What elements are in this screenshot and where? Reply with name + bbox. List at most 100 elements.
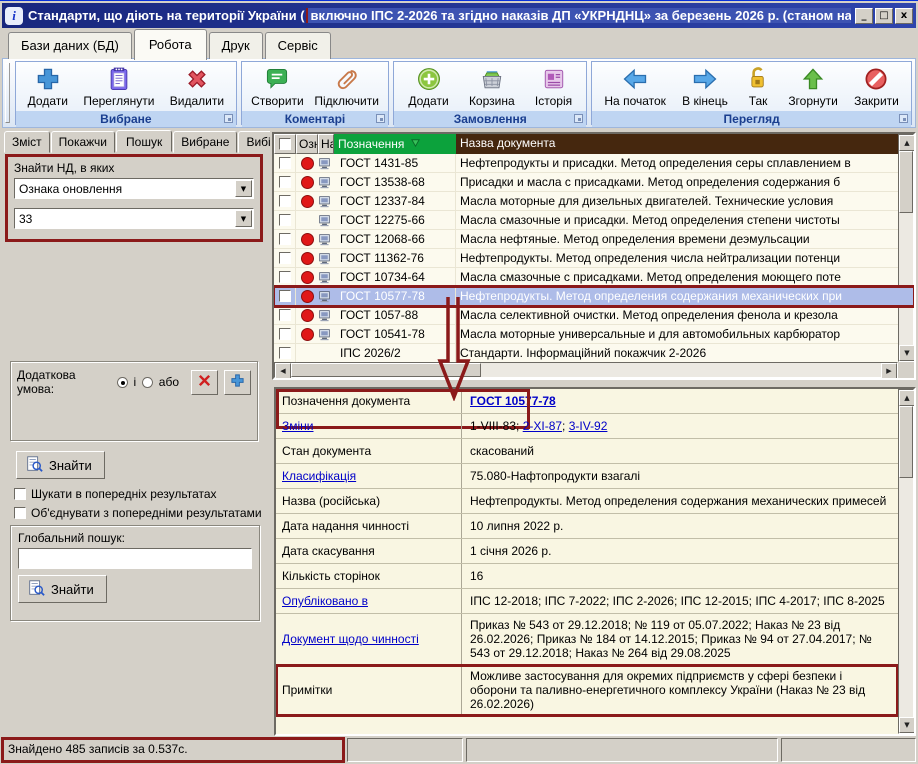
detail-label-link[interactable]: Класифікація [282,469,356,483]
toolbar-button[interactable]: Додати [404,64,452,109]
table-row[interactable]: ГОСТ 12337-84Масла моторные для дизельны… [274,192,914,211]
toolbar-button-label: В кінець [682,94,728,108]
menu-tab[interactable]: Друк [209,32,263,59]
row-checkbox[interactable] [279,214,291,226]
scrollbar-thumb[interactable] [899,406,913,478]
column-header-mark[interactable]: Озн [296,134,318,154]
detail-row: Опубліковано вІПС 12-2018; ІПС 7-2022; І… [276,589,898,614]
column-header-doc-name[interactable]: Назва документа [456,134,914,154]
scroll-up-icon[interactable]: ▲ [899,390,915,406]
row-checkbox[interactable] [279,252,291,264]
remove-condition-button[interactable] [191,370,218,395]
sidebar-tab[interactable]: Вибірка [238,131,270,153]
toolbar-button[interactable]: На початок [600,64,670,109]
radio-and[interactable] [117,377,128,388]
detail-value-link[interactable]: 3-IV-92 [569,419,608,433]
scroll-down-icon[interactable]: ▼ [899,717,915,733]
scroll-down-icon[interactable]: ▼ [899,345,915,361]
scroll-left-icon[interactable]: ◀ [275,363,291,379]
row-checkbox[interactable] [279,195,291,207]
table-row[interactable]: ІПС 2026/2Стандарти. Інформаційний покаж… [274,344,914,363]
table-row[interactable]: ГОСТ 10541-78Масла моторные универсальны… [274,325,914,344]
detail-label: Примітки [276,665,462,715]
close-button[interactable]: x [895,8,913,24]
group-dialog-launcher-icon[interactable] [224,114,233,123]
scrollbar-thumb[interactable] [899,151,913,213]
toolbar-button[interactable]: Підключити [310,64,383,109]
select-all-header[interactable] [274,134,296,154]
toolbar-button[interactable]: Так [740,64,776,109]
find-button[interactable]: Знайти [16,451,105,479]
toolbar-button[interactable]: Створити [247,64,308,109]
minimize-button[interactable]: _ [855,8,873,24]
global-find-button[interactable]: Знайти [18,575,107,603]
detail-label-link[interactable]: Зміни [282,419,314,433]
radio-or[interactable] [142,377,153,388]
row-checkbox[interactable] [279,347,291,359]
scrollbar-thumb[interactable] [291,363,481,377]
doc-name: Нефтепродукты. Метод определения содержа… [456,287,914,305]
table-row[interactable]: ГОСТ 1057-88Масла селективной очистки. М… [274,306,914,325]
sidebar-tab[interactable]: Вибране [173,131,237,153]
update-mark-icon [301,157,314,170]
toolbar-button[interactable]: Корзина [465,64,519,109]
merge-previous-checkbox[interactable] [14,507,26,519]
detail-value: Приказ № 543 от 29.12.2018; № 119 от 05.… [462,614,898,664]
table-row[interactable]: ГОСТ 11362-76Нефтепродукты. Метод опреде… [274,249,914,268]
row-checkbox[interactable] [279,271,291,283]
table-row[interactable]: ГОСТ 12068-66Масла нефтяные. Метод опред… [274,230,914,249]
sidebar-tab[interactable]: Покажчи [51,131,115,153]
sidebar-tab[interactable]: Зміст [4,131,50,153]
search-previous-checkbox[interactable] [14,488,26,500]
global-search-input[interactable] [18,548,252,569]
group-dialog-launcher-icon[interactable] [574,114,583,123]
column-header-designation[interactable]: Позначення [334,134,456,154]
table-row[interactable]: ГОСТ 10577-78Нефтепродукты. Метод опреде… [274,287,914,306]
row-checkbox[interactable] [279,176,291,188]
toolbar-button[interactable]: Історія [531,64,576,109]
row-checkbox[interactable] [279,309,291,321]
group-dialog-launcher-icon[interactable] [376,114,385,123]
group-dialog-launcher-icon[interactable] [899,114,908,123]
select-all-checkbox[interactable] [279,138,291,150]
chevron-down-icon[interactable]: ▼ [235,180,252,197]
detail-label-link[interactable]: Документ щодо чинності [282,632,419,646]
toolbar-button[interactable]: Переглянути [79,64,158,109]
column-header-doc[interactable]: Наз [318,134,334,154]
table-row[interactable]: ГОСТ 13538-68Присадки и масла с присадка… [274,173,914,192]
details-vertical-scrollbar[interactable]: ▲ ▼ [898,389,914,734]
search-field-combobox[interactable]: Ознака оновлення ▼ [14,178,254,199]
add-condition-button[interactable] [224,370,251,395]
toolbar-button[interactable]: Видалити [166,64,228,109]
toolbar-button[interactable]: В кінець [678,64,732,109]
chevron-down-icon[interactable]: ▼ [235,210,252,227]
table-vertical-scrollbar[interactable]: ▲ ▼ [898,134,914,362]
table-row[interactable]: ГОСТ 12275-66Масла смазочные и присадки.… [274,211,914,230]
plus-small-icon [230,373,245,388]
detail-value-link[interactable]: 2-XI-87 [523,419,562,433]
detail-value-link[interactable]: ГОСТ 10577-78 [470,394,556,408]
menu-tab[interactable]: Бази даних (БД) [8,32,132,59]
search-value-combobox[interactable]: 33 ▼ [14,208,254,229]
table-row[interactable]: ГОСТ 1431-85Нефтепродукты и присадки. Ме… [274,154,914,173]
table-horizontal-scrollbar[interactable]: ◀ ▶ [274,362,898,378]
row-checkbox[interactable] [279,233,291,245]
menu-tab[interactable]: Сервіс [265,32,331,59]
toolbar-group: ДодатиКорзинаІсторіяЗамовлення [393,61,587,125]
toolbar-button[interactable]: Додати [24,64,72,109]
detail-label-link[interactable]: Опубліковано в [282,594,368,608]
sidebar-tab[interactable]: Пошук [116,130,172,152]
menu-tab[interactable]: Робота [134,29,207,60]
row-checkbox[interactable] [279,157,291,169]
row-checkbox[interactable] [279,328,291,340]
x-small-icon [197,373,212,388]
doc-find-icon [25,455,43,476]
toolbar-button[interactable]: Закрити [850,64,903,109]
scroll-up-icon[interactable]: ▲ [899,135,915,151]
row-checkbox[interactable] [279,290,291,302]
table-row[interactable]: ГОСТ 10734-64Масла смазочные с присадкам… [274,268,914,287]
toolbar-button[interactable]: Згорнути [784,64,842,109]
scroll-right-icon[interactable]: ▶ [881,363,897,379]
toolbar-button-label: На початок [604,94,666,108]
maximize-button[interactable]: □ [875,8,893,24]
